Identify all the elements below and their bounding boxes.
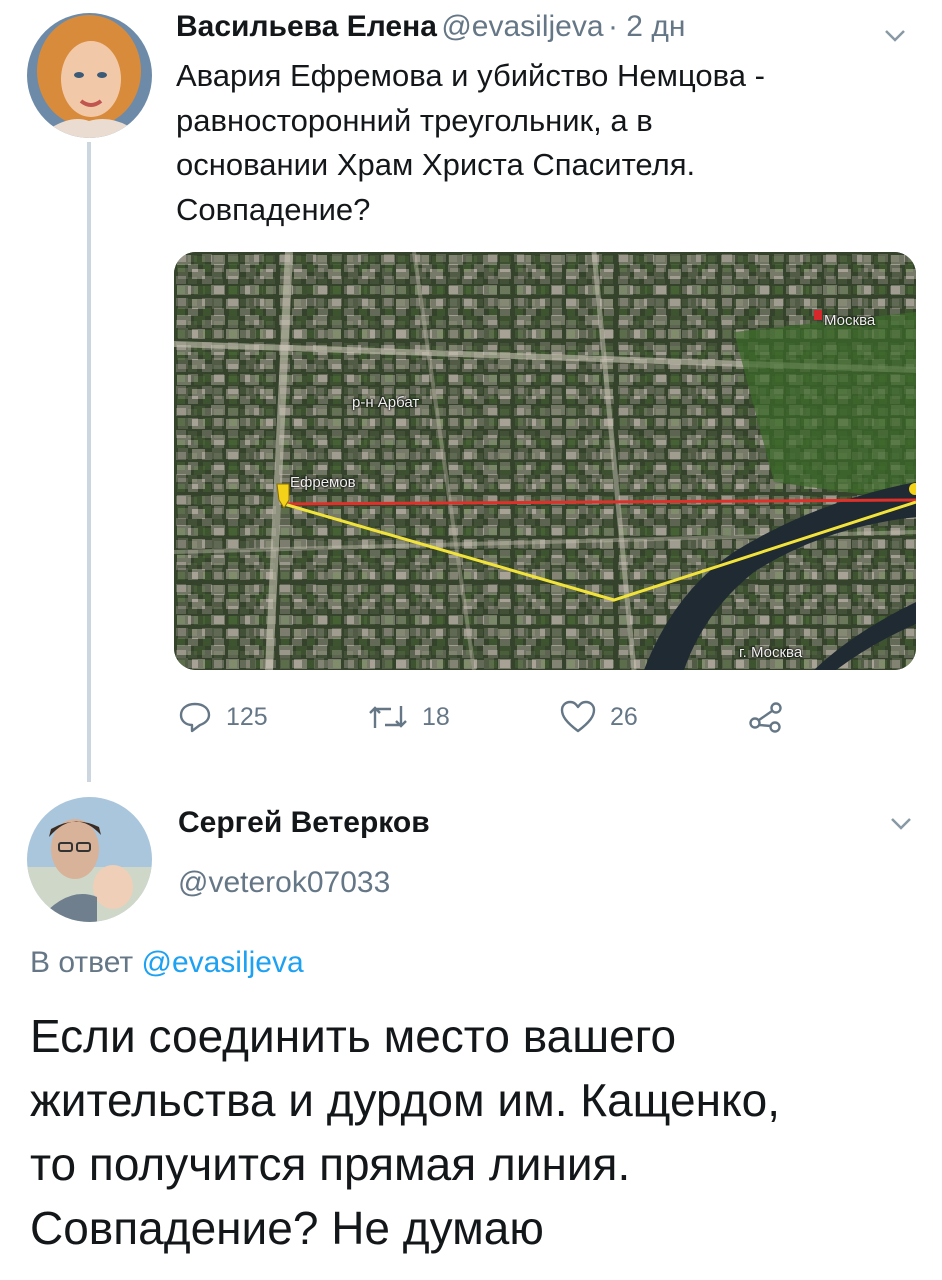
- reply-to-handle[interactable]: @evasiljeva: [141, 946, 303, 979]
- avatar-image: [27, 13, 152, 138]
- retweet-count: 18: [422, 702, 450, 731]
- tweet-text-line: основании Храм Христа Спасителя.: [176, 147, 696, 182]
- tweet-text-line: равносторонний треугольник, а в: [176, 102, 653, 138]
- tweet-timestamp[interactable]: · 2 дн: [608, 10, 685, 43]
- satellite-map: [174, 252, 916, 670]
- map-label-moscow-bottom: г. Москва: [739, 644, 803, 661]
- heart-icon: [560, 700, 596, 733]
- tweet-text-line: Если соединить место вашего: [30, 1010, 677, 1062]
- share-icon: [749, 702, 782, 733]
- share-action[interactable]: [748, 700, 798, 734]
- reply-icon: [179, 702, 211, 733]
- author-name[interactable]: Васильева Елена: [176, 10, 437, 43]
- retweet-icon: [369, 706, 407, 728]
- like-action[interactable]: 26: [560, 700, 638, 734]
- reply-context: В ответ @evasiljeva: [30, 946, 304, 980]
- map-label-moscow-top: Москва: [824, 312, 876, 329]
- tweet2-text: Если соединить место вашего жительства и…: [30, 1004, 930, 1260]
- thread-connector-line: [87, 142, 91, 782]
- tweet-text-line: жительства и дурдом им. Кащенко,: [30, 1074, 780, 1126]
- like-count: 26: [610, 702, 638, 731]
- retweet-action[interactable]: 18: [368, 700, 450, 734]
- tweet-text-line: Авария Ефремова и убийство Немцова -: [176, 58, 765, 93]
- tweet-menu-chevron-icon[interactable]: [890, 812, 912, 839]
- reply-action[interactable]: 125: [178, 700, 268, 734]
- reply-prefix: В ответ: [30, 946, 134, 979]
- tweet-menu-chevron-icon[interactable]: [884, 24, 906, 51]
- tweet1-header: Васильева Елена @evasiljeva · 2 дн: [176, 10, 685, 44]
- map-label-efremov: Ефремов: [290, 474, 356, 491]
- author-handle[interactable]: @veterok07033: [178, 866, 390, 900]
- avatar-veterkov[interactable]: [27, 797, 152, 922]
- tweet1-text: Авария Ефремова и убийство Немцова - рав…: [176, 54, 896, 232]
- tweet-map-image[interactable]: Москва р-н Арбат Ефремов г. Москва: [174, 252, 916, 670]
- tweet-text-line: Совпадение?: [176, 191, 371, 227]
- author-handle[interactable]: @evasiljeva: [441, 10, 603, 43]
- reply-count: 125: [226, 702, 268, 731]
- tweet-text-line: Совпадение? Не думаю: [30, 1202, 544, 1254]
- avatar-vasilyeva[interactable]: [27, 13, 152, 138]
- tweet-text-line: то получится прямая линия.: [30, 1138, 631, 1190]
- avatar-image: [27, 797, 152, 922]
- author-name[interactable]: Сергей Ветерков: [178, 806, 430, 840]
- map-label-arbat: р-н Арбат: [352, 394, 420, 411]
